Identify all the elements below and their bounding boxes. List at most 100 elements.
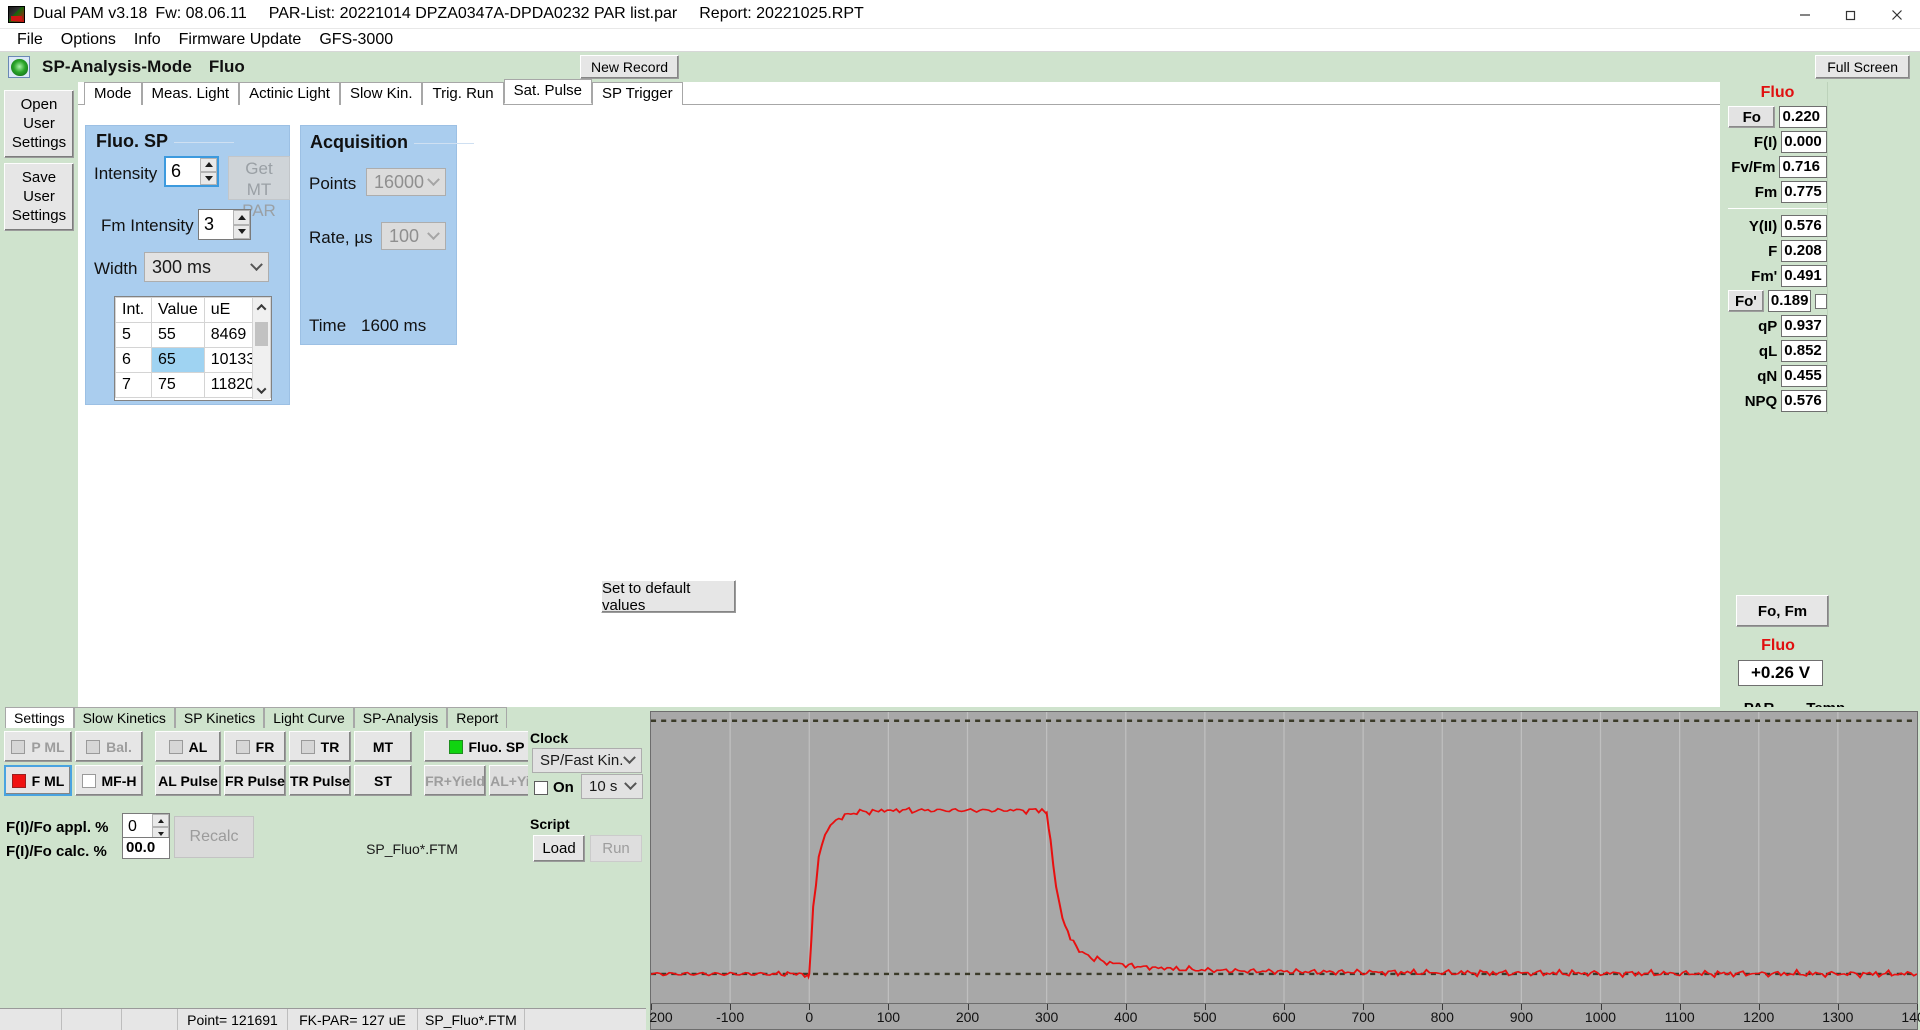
settings-tab-strip: Mode Meas. Light Actinic Light Slow Kin.… [78,82,1720,105]
minimize-icon[interactable] [1782,0,1828,29]
al-toggle[interactable]: AL [155,731,221,762]
width-select[interactable]: 300 ms [144,252,269,282]
menu-item-info[interactable]: Info [125,30,170,50]
param-row-yii: Y(II) 0.576 [1728,214,1827,238]
table-cell-value-selected[interactable]: 65 [152,348,205,373]
scroll-up-icon[interactable] [253,298,270,316]
clock-on-checkbox-group[interactable]: On [534,779,574,796]
table-cell-int: 5 [116,323,152,348]
table-scrollbar[interactable] [252,298,270,399]
clock-mode-value: SP/Fast Kin. [540,752,623,769]
fo-fm-button[interactable]: Fo, Fm [1736,595,1829,627]
bottom-tab-report[interactable]: Report [447,707,507,728]
scrollbar-thumb[interactable] [255,322,268,346]
x-tick-label: 500 [1193,1009,1216,1025]
tab-meas-light[interactable]: Meas. Light [142,82,240,105]
st-button[interactable]: ST [354,765,412,796]
bottom-tab-settings[interactable]: Settings [5,707,74,728]
f-ml-toggle[interactable]: F ML [4,765,72,796]
title-firmware: Fw: 08.06.11 [155,5,246,23]
intensity-input[interactable]: 6 [164,156,219,187]
sat-pulse-panel: Fluo. SP Intensity 6 Get MT PAR Fm Inten… [78,105,1720,705]
menu-item-firmware-update[interactable]: Firmware Update [170,30,311,50]
fo-prime-checkbox[interactable] [1815,294,1827,309]
full-screen-button[interactable]: Full Screen [1815,55,1910,79]
fr-pulse-label: FR Pulse [225,773,285,789]
fm-intensity-stepper[interactable] [233,210,250,239]
fluo-sp-label: Fluo. SP [469,739,525,755]
fr-pulse-button[interactable]: FR Pulse [224,765,286,796]
maximize-icon[interactable] [1828,0,1874,29]
points-value: 16000 [374,172,424,193]
x-tick-label: 700 [1351,1009,1374,1025]
get-mt-par-line1: Get [229,158,289,179]
scroll-down-icon[interactable] [253,381,270,399]
fluo-parameter-block: Fluo Fo 0.220 F(I) 0.000 Fv/Fm 0.716 Fm … [1728,82,1828,414]
tab-sat-pulse[interactable]: Sat. Pulse [504,79,592,104]
tab-slow-kin[interactable]: Slow Kin. [340,82,423,105]
mf-h-toggle[interactable]: MF-H [75,765,143,796]
tr-pulse-button[interactable]: TR Pulse [289,765,351,796]
tab-trig-run[interactable]: Trig. Run [422,82,503,105]
intensity-label: Intensity [94,164,157,184]
table-row[interactable]: 6 65 10133 [116,348,271,373]
tab-actinic-light[interactable]: Actinic Light [239,82,340,105]
close-icon[interactable] [1874,0,1920,29]
param-row-foprime: Fo' 0.189 [1728,289,1827,313]
bottom-tab-sp-analysis[interactable]: SP-Analysis [354,707,447,728]
fr-toggle[interactable]: FR [224,731,286,762]
clock-on-checkbox[interactable] [534,781,548,795]
table-header-int: Int. [116,298,152,323]
fo-button[interactable]: Fo [1728,106,1775,128]
new-record-button[interactable]: New Record [580,55,679,79]
open-user-settings-button[interactable]: Open User Settings [4,90,74,158]
main-area: Open User Settings Save User Settings Mo… [0,82,1920,707]
intensity-stepper-up[interactable] [200,158,217,172]
tr-toggle[interactable]: TR [289,731,351,762]
sp-intensity-table[interactable]: Int. Value uE 5 55 8469 6 65 10133 [114,296,272,401]
x-tick-label: 200 [956,1009,979,1025]
tab-sp-trigger[interactable]: SP Trigger [592,82,683,105]
clock-mode-select[interactable]: SP/Fast Kin. [532,748,642,773]
chevron-down-icon [624,777,637,790]
fi-fo-calc-label: F(I)/Fo calc. % [6,843,107,860]
kinetics-chart[interactable] [650,711,1918,1004]
menu-item-gfs-3000[interactable]: GFS-3000 [310,30,402,50]
fi-fo-appl-label: F(I)/Fo appl. % [6,819,109,836]
set-to-default-values-button[interactable]: Set to default values [601,580,736,613]
fm-intensity-input[interactable]: 3 [198,209,251,240]
menu-item-file[interactable]: File [8,30,52,50]
fr-label: FR [256,739,275,755]
rate-label: Rate, µs [309,228,373,248]
fm-prime-label: Fm' [1728,268,1781,285]
clock-group-label: Clock [530,730,568,746]
script-load-button[interactable]: Load [533,835,585,862]
table-header-value: Value [152,298,205,323]
bottom-tab-sp-kinetics[interactable]: SP Kinetics [175,707,264,728]
mt-button[interactable]: MT [354,731,412,762]
fm-intensity-stepper-down[interactable] [233,225,250,240]
intensity-stepper[interactable] [200,158,217,185]
width-label: Width [94,259,137,279]
fi-fo-appl-stepper-up[interactable] [152,814,169,827]
fi-fo-appl-value: 0 [123,818,152,836]
al-pulse-button[interactable]: AL Pulse [155,765,221,796]
fm-value: 0.775 [1781,181,1827,203]
mode-title: SP-Analysis-Mode [42,57,192,77]
fo-prime-button[interactable]: Fo' [1728,290,1764,312]
menu-item-options[interactable]: Options [52,30,125,50]
table-row[interactable]: 7 75 11820 [116,373,271,398]
save-user-settings-button[interactable]: Save User Settings [4,163,74,231]
fm-intensity-stepper-up[interactable] [233,210,250,225]
divider [1728,208,1827,209]
bottom-tab-light-curve[interactable]: Light Curve [264,707,354,728]
npq-label: NPQ [1728,393,1781,410]
clock-interval-select[interactable]: 10 s [581,774,643,799]
intensity-stepper-down[interactable] [200,172,217,186]
bottom-tab-slow-kinetics[interactable]: Slow Kinetics [74,707,175,728]
x-tick-label: 1000 [1585,1009,1616,1025]
x-tick-label: 400 [1114,1009,1137,1025]
status-bar: Point= 121691 FK-PAR= 127 uE SP_Fluo*.FT… [0,1008,646,1030]
tab-mode[interactable]: Mode [84,82,142,105]
table-row[interactable]: 5 55 8469 [116,323,271,348]
